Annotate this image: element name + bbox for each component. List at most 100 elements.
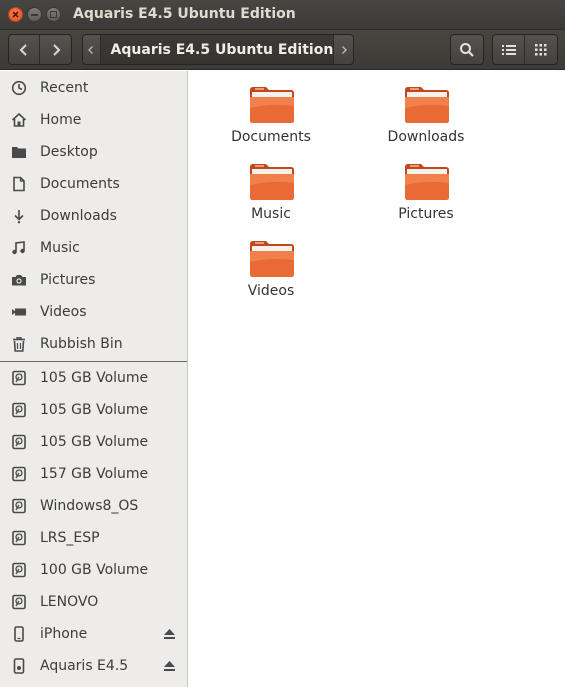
sidebar-item-videos[interactable]: Videos — [0, 296, 187, 328]
folder-icon — [405, 164, 449, 200]
folder-label: Music — [251, 206, 291, 222]
sidebar: Recent Home Desktop Documents Downloads … — [0, 71, 188, 687]
path-scroll-left-button[interactable] — [83, 35, 101, 64]
sidebar-item-label: Pictures — [40, 272, 96, 288]
folder-label: Downloads — [387, 129, 465, 145]
drive-icon — [12, 530, 26, 546]
eject-icon[interactable] — [163, 628, 176, 640]
drive-icon — [12, 562, 26, 578]
minimize-window-button[interactable] — [27, 7, 42, 22]
sidebar-item-volume[interactable]: 157 GB Volume — [0, 458, 187, 490]
close-window-button[interactable] — [8, 7, 23, 22]
sidebar-item-volume[interactable]: Windows8_OS — [0, 490, 187, 522]
path-scroll-right-button[interactable] — [334, 35, 353, 64]
video-icon — [12, 308, 26, 316]
folder-icon — [405, 87, 449, 123]
home-icon — [11, 112, 27, 127]
sidebar-item-label: LENOVO — [40, 594, 99, 610]
chevron-left-icon — [88, 45, 94, 54]
sidebar-item-label: iPhone — [40, 626, 88, 642]
grid-view-button[interactable] — [525, 35, 557, 64]
phone-icon — [14, 626, 24, 642]
sidebar-item-label: Documents — [40, 176, 120, 192]
sidebar-item-volume[interactable]: 105 GB Volume — [0, 362, 187, 394]
sidebar-item-label: 105 GB Volume — [40, 402, 149, 418]
camera-icon — [12, 275, 26, 286]
chevron-right-icon — [341, 45, 347, 54]
sidebar-item-label: Recent — [40, 80, 89, 96]
toolbar: Aquaris E4.5 Ubuntu Edition — [0, 30, 565, 70]
sidebar-item-label: 100 GB Volume — [40, 562, 149, 578]
folder-icon — [250, 241, 294, 277]
drive-icon — [12, 594, 26, 610]
drive-icon — [12, 402, 26, 418]
folder-icon — [12, 147, 26, 158]
sidebar-item-label: Rubbish Bin — [40, 336, 123, 352]
maximize-window-button[interactable] — [46, 7, 61, 22]
sidebar-item-volume[interactable]: LENOVO — [0, 586, 187, 618]
search-button-group — [450, 34, 484, 65]
sidebar-item-label: Desktop — [40, 144, 98, 160]
sidebar-item-volume[interactable]: 105 GB Volume — [0, 394, 187, 426]
sidebar-item-iphone[interactable]: iPhone — [0, 618, 187, 650]
file-view: Documents Downloads Music Pictures Video… — [189, 71, 565, 687]
drive-icon — [12, 370, 26, 386]
folder-item-pictures[interactable]: Pictures — [371, 148, 481, 222]
drive-icon — [12, 434, 26, 450]
sidebar-item-volume[interactable]: LRS_ESP — [0, 522, 187, 554]
sidebar-item-volume[interactable]: 100 GB Volume — [0, 554, 187, 586]
sidebar-item-label: 105 GB Volume — [40, 370, 149, 386]
chevron-right-icon — [52, 43, 60, 56]
folder-item-videos[interactable]: Videos — [216, 225, 326, 299]
folder-icon — [250, 87, 294, 123]
sidebar-item-label: Aquaris E4.5 — [40, 658, 129, 674]
sidebar-item-label: Windows8_OS — [40, 498, 139, 514]
folder-item-documents[interactable]: Documents — [216, 71, 326, 145]
sidebar-item-home[interactable]: Home — [0, 104, 187, 136]
drive-icon — [12, 498, 26, 514]
sidebar-item-label: Home — [40, 112, 82, 128]
clock-icon — [11, 80, 27, 96]
sidebar-item-pictures[interactable]: Pictures — [0, 264, 187, 296]
view-toggle-group — [492, 34, 558, 65]
sidebar-item-recent[interactable]: Recent — [0, 72, 187, 104]
folder-item-music[interactable]: Music — [216, 148, 326, 222]
sidebar-item-music[interactable]: Music — [0, 232, 187, 264]
title-bar: Aquaris E4.5 Ubuntu Edition — [0, 0, 565, 30]
media-player-icon — [13, 658, 25, 674]
sidebar-item-aquaris[interactable]: Aquaris E4.5 — [0, 650, 187, 682]
sidebar-item-label: Videos — [40, 304, 87, 320]
close-icon — [12, 11, 19, 18]
forward-button[interactable] — [40, 35, 71, 64]
list-icon — [501, 44, 516, 55]
sidebar-item-label: LRS_ESP — [40, 530, 100, 546]
trash-icon — [13, 337, 25, 352]
folder-label: Documents — [231, 129, 311, 145]
sidebar-item-volume[interactable]: 105 GB Volume — [0, 426, 187, 458]
folder-label: Videos — [247, 283, 295, 299]
window-title: Aquaris E4.5 Ubuntu Edition — [73, 6, 296, 22]
folder-item-downloads[interactable]: Downloads — [371, 71, 481, 145]
path-bar: Aquaris E4.5 Ubuntu Edition — [82, 34, 354, 65]
navigation-buttons — [8, 34, 72, 65]
sidebar-item-label: 105 GB Volume — [40, 434, 149, 450]
sidebar-item-label: Downloads — [40, 208, 117, 224]
folder-icon — [250, 164, 294, 200]
grid-icon — [535, 43, 547, 55]
download-icon — [14, 210, 24, 224]
eject-icon[interactable] — [163, 660, 176, 672]
list-view-button[interactable] — [493, 35, 526, 64]
sidebar-item-downloads[interactable]: Downloads — [0, 200, 187, 232]
sidebar-item-label: 157 GB Volume — [40, 466, 149, 482]
music-icon — [12, 241, 25, 255]
search-button[interactable] — [451, 35, 483, 64]
chevron-left-icon — [19, 43, 27, 56]
sidebar-item-documents[interactable]: Documents — [0, 168, 187, 200]
search-icon — [460, 42, 474, 57]
drive-icon — [12, 466, 26, 482]
sidebar-item-desktop[interactable]: Desktop — [0, 136, 187, 168]
back-button[interactable] — [9, 35, 41, 64]
sidebar-item-rubbish-bin[interactable]: Rubbish Bin — [0, 328, 187, 360]
path-crumb-current[interactable]: Aquaris E4.5 Ubuntu Edition — [100, 35, 335, 64]
folder-label: Pictures — [398, 206, 454, 222]
